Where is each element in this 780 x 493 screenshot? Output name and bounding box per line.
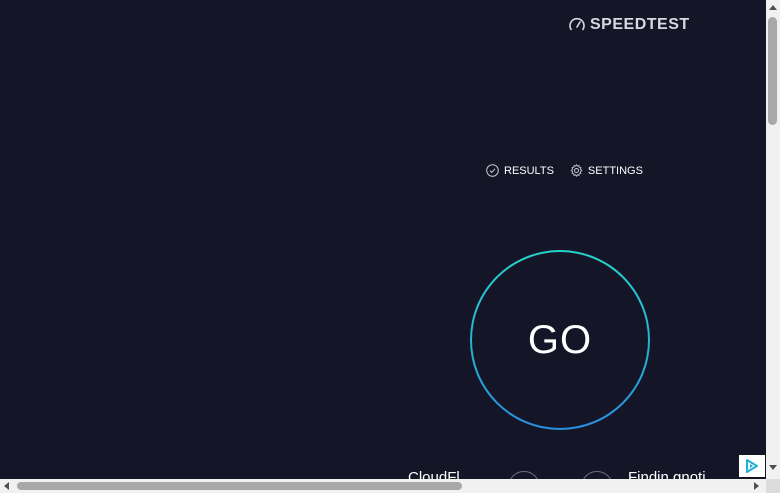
scroll-right-arrow-icon[interactable] bbox=[754, 482, 759, 490]
brand-name: SPEEDTEST bbox=[590, 16, 690, 33]
scroll-down-arrow-icon[interactable] bbox=[769, 465, 777, 470]
speedometer-icon bbox=[569, 17, 585, 31]
go-label: GO bbox=[527, 317, 593, 362]
go-button[interactable]: GO bbox=[470, 250, 650, 430]
location-name: Findin gnoti bbox=[628, 469, 706, 479]
results-label: RESULTS bbox=[504, 164, 554, 177]
check-circle-icon bbox=[486, 164, 499, 177]
results-link[interactable]: RESULTS bbox=[486, 164, 554, 177]
vertical-scrollbar[interactable] bbox=[766, 0, 780, 479]
top-nav: RESULTS SETTINGS bbox=[486, 164, 643, 177]
speedtest-page: SPEEDTEST RESULTS SETTINGS GO CloudFl Fi… bbox=[0, 0, 766, 479]
horizontal-scroll-thumb[interactable] bbox=[17, 482, 462, 490]
scroll-left-arrow-icon[interactable] bbox=[4, 482, 9, 490]
settings-link[interactable]: SETTINGS bbox=[570, 164, 643, 177]
speedtest-logo[interactable]: SPEEDTEST bbox=[568, 16, 690, 34]
adchoices-triangle-icon bbox=[746, 459, 758, 473]
vertical-scroll-thumb[interactable] bbox=[768, 17, 777, 125]
scrollbar-corner bbox=[766, 479, 780, 493]
adchoices-icon[interactable] bbox=[739, 455, 765, 477]
server-icon[interactable] bbox=[581, 471, 613, 479]
provider-icon bbox=[508, 471, 540, 479]
horizontal-scrollbar[interactable] bbox=[0, 479, 766, 493]
provider-name: CloudFl bbox=[408, 469, 460, 479]
scroll-up-arrow-icon[interactable] bbox=[769, 5, 777, 10]
settings-label: SETTINGS bbox=[587, 164, 643, 177]
gear-icon bbox=[570, 164, 583, 177]
go-button-inner: GO bbox=[472, 252, 648, 428]
